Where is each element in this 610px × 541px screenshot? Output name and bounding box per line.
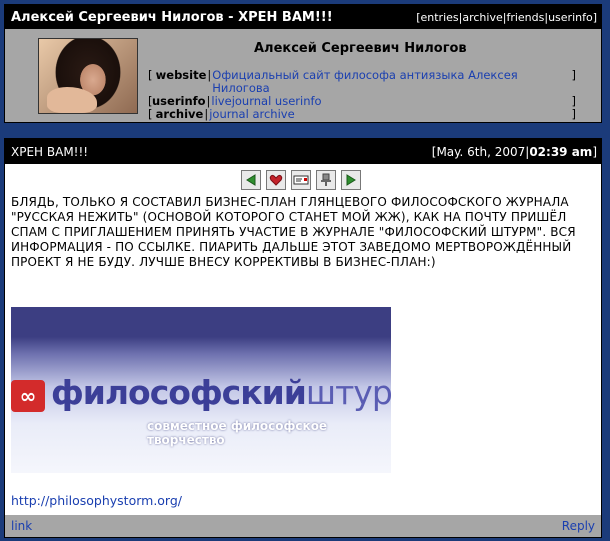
entry-date: May. 6th, 2007 [436, 144, 526, 159]
heart-memory-icon[interactable] [266, 170, 286, 190]
website-link[interactable]: Официальный сайт философа антиязыка Алек… [212, 69, 570, 95]
entry-box: ХРЕН ВАМ!!! [May. 6th, 2007|02:39 am] БЛ… [4, 138, 602, 538]
tell-friend-icon[interactable] [291, 170, 311, 190]
next-arrow-icon[interactable] [341, 170, 361, 190]
banner-brand-a: философский [51, 373, 307, 412]
prev-arrow-icon[interactable] [241, 170, 261, 190]
info-row-archive: [ archive | journal archive] [148, 107, 576, 121]
track-pin-icon[interactable] [316, 170, 336, 190]
entry-subject-bar: ХРЕН ВАМ!!! [May. 6th, 2007|02:39 am] [5, 139, 601, 164]
entry-datetime: [May. 6th, 2007|02:39 am] [431, 144, 597, 159]
nav-entries[interactable]: entries [421, 11, 459, 24]
nav-friends[interactable]: friends [506, 11, 544, 24]
entry-text: БЛЯДЬ, ТОЛЬКО Я СОСТАВИЛ БИЗНЕС-ПЛАН ГЛЯ… [11, 195, 576, 269]
philosophystorm-banner-image[interactable]: ∞ философскийштурм совместное философско… [11, 307, 391, 473]
banner-brand: философскийштурм [51, 373, 391, 412]
permalink-link[interactable]: link [11, 519, 32, 533]
entry-footer: link Reply [5, 515, 601, 537]
infinity-logo-icon: ∞ [11, 380, 45, 412]
reply-link[interactable]: Reply [562, 519, 595, 533]
owner-name: Алексей Сергеевич Нилогов [254, 41, 467, 56]
banner-tagline: совместное философское творчество [147, 419, 328, 447]
info-row-website: [ website | Официальный сайт философа анти… [148, 68, 576, 95]
nav-archive[interactable]: archive [462, 11, 502, 24]
info-key-archive: archive [155, 107, 204, 121]
archive-link[interactable]: journal archive [209, 108, 570, 121]
journal-header: Алексей Сергеевич Нилогов - ХРЕН ВАМ!!! … [4, 4, 602, 123]
entry-subject: ХРЕН ВАМ!!! [11, 144, 89, 159]
journal-info: [ website | Официальный сайт философа анти… [148, 69, 576, 121]
entry-time: 02:39 am [529, 144, 593, 159]
journal-title: Алексей Сергеевич Нилогов - ХРЕН ВАМ!!! [11, 9, 333, 25]
banner-brand-b: штурм [305, 373, 391, 412]
entry-toolbar [241, 170, 361, 190]
journal-nav: [entries|archive|friends|userinfo] [416, 10, 597, 24]
nav-userinfo[interactable]: userinfo [548, 11, 593, 24]
journal-titlebar: Алексей Сергеевич Нилогов - ХРЕН ВАМ!!! … [5, 5, 601, 29]
userpic-image [38, 38, 138, 114]
info-key-website: website [155, 68, 207, 82]
philosophystorm-link[interactable]: http://philosophystorm.org/ [11, 493, 182, 508]
